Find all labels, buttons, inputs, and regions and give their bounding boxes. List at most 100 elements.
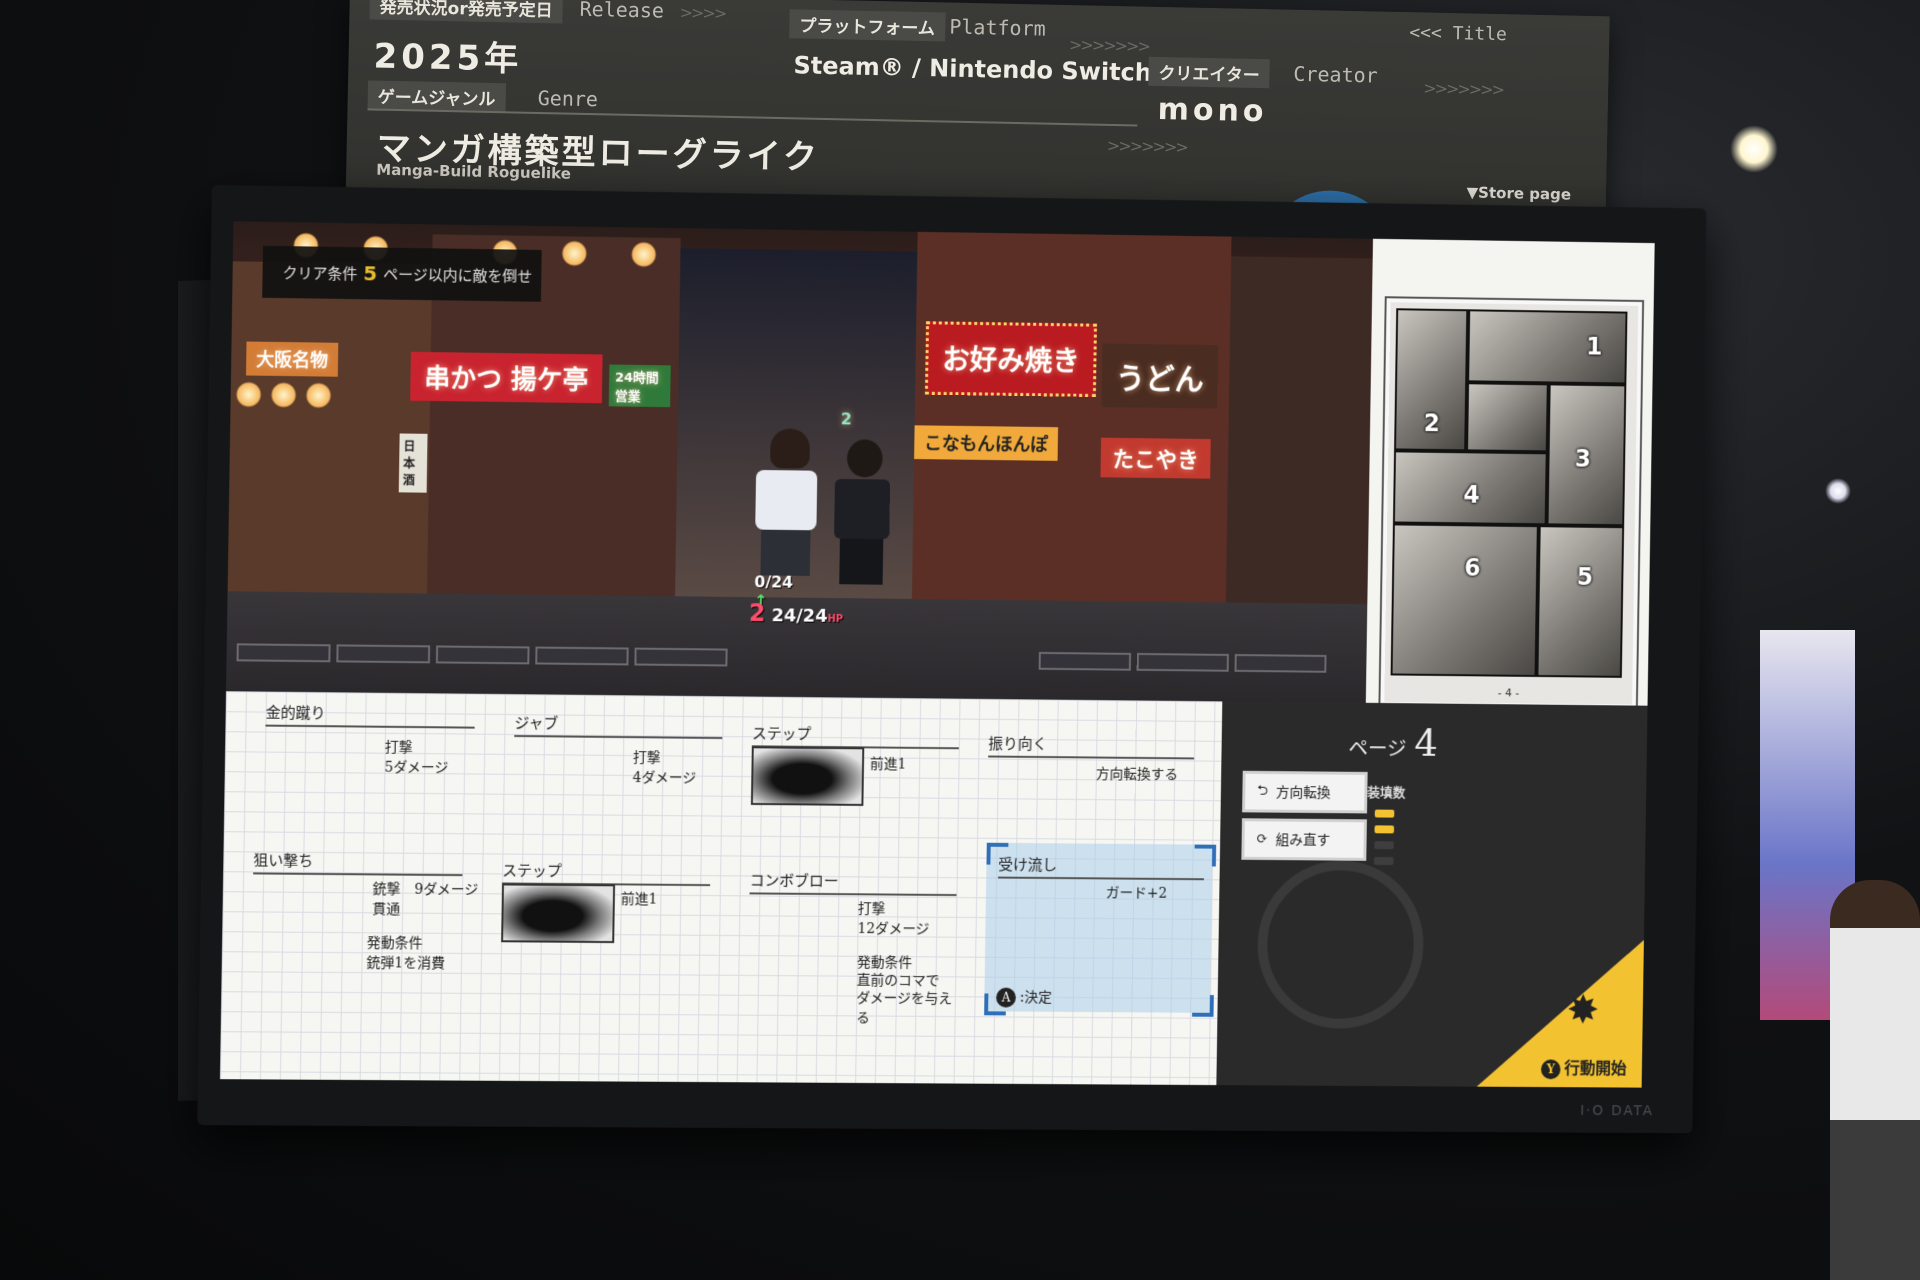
turn-direction-label: 方向転換 [1275, 784, 1331, 802]
rebuild-button[interactable]: ⟳ 組み直す [1241, 818, 1367, 861]
page-number: 4 [1414, 721, 1439, 765]
title-link: <<< Title [1409, 22, 1508, 46]
side-panel: ページ 4 ⮌ 方向転換 ⟳ 組み直す 装填数 ✸ Y 行動開始 [1216, 701, 1648, 1088]
card-line: ガード+2 [1105, 885, 1168, 902]
creator-value: mono [1157, 91, 1268, 130]
card-line: 貫通 [372, 901, 401, 918]
manga-panel: 1 [1467, 309, 1628, 385]
card-line: 打撃 [384, 739, 413, 756]
manga-panel [1466, 382, 1549, 453]
monitor: 大阪名物 串かつ 揚ケ亭 24時間営業 お好み焼き うどん こなもんほんぽ たこ… [197, 185, 1707, 1134]
action-card[interactable]: 振り向く 方向転換する [987, 732, 1204, 844]
card-line: 打撃 [632, 750, 661, 767]
card-line: 前進1 [620, 891, 658, 908]
manga-panel: 5 [1536, 525, 1625, 678]
shop-sign: 24時間営業 [608, 364, 671, 408]
manga-panel: 6 [1390, 523, 1539, 677]
ceiling-light [1730, 125, 1778, 173]
creator-label: クリエイター [1148, 56, 1271, 89]
shop-sign: たこやき [1100, 437, 1211, 479]
card-title: 振り向く [988, 732, 1195, 760]
card-line: 4ダメージ [632, 770, 697, 787]
action-card[interactable]: 金的蹴り 打撃 5ダメージ [264, 701, 485, 814]
player-character [754, 428, 825, 578]
card-line: ダメージを与える [855, 990, 953, 1027]
hp-value: 24/24 [771, 605, 828, 627]
card-line: 方向転換する [1095, 766, 1179, 784]
platform-label: プラットフォーム [789, 9, 946, 42]
hp-label: HP [827, 613, 844, 625]
action-card[interactable]: コンボブロー 打撃 12ダメージ 発動条件 直前のコマで ダメージを与える [747, 869, 966, 1030]
card-title: ステップ [751, 722, 960, 750]
clear-condition-banner: クリア条件 5 ページ以内に敵を倒せ [262, 245, 542, 302]
confirm-label: :決定 [1019, 989, 1053, 1006]
ammo-slot [1374, 809, 1395, 818]
turn-arrow-icon: ⮌ [1256, 782, 1269, 799]
y-button-icon: Y [1540, 1059, 1561, 1080]
manga-page-number: - 4 - [1497, 686, 1520, 700]
shop-sign: こなもんほんぽ [914, 425, 1059, 461]
genre-label: ゲームジャンル [367, 80, 506, 113]
card-title: ステップ [501, 859, 711, 887]
genre-label-en: Genre [537, 85, 599, 112]
page-label: ページ [1348, 736, 1407, 761]
shop-sign: 串かつ 揚ケ亭 [410, 351, 603, 404]
card-title: 狙い撃ち [253, 849, 463, 877]
turn-direction-button[interactable]: ⮌ 方向転換 [1242, 770, 1368, 814]
card-line: 銃弾1を消費 [366, 955, 446, 972]
genre-sub: Manga-Build Roguelike [376, 160, 572, 183]
card-title: 金的蹴り [265, 701, 476, 729]
card-line: 12ダメージ [857, 921, 930, 938]
shop-sign: うどん [1101, 343, 1219, 409]
game-screen: 大阪名物 串かつ 揚ケ亭 24時間営業 お好み焼き うどん こなもんほんぽ たこ… [219, 221, 1655, 1088]
action-card[interactable]: ジャブ 打撃 4ダメージ [513, 712, 733, 824]
action-card[interactable]: ステップ 前進1 [750, 722, 969, 833]
ammo-slot [1374, 841, 1394, 850]
enemy-shield-counter: 2 [840, 409, 852, 429]
player-hp: 2 24/24HP [749, 599, 844, 628]
monitor-brand: I·O DATA [1579, 1103, 1654, 1120]
clear-label: クリア条件 [282, 263, 358, 283]
hit-count: 0/24 [754, 572, 794, 592]
game-scene: 大阪名物 串かつ 揚ケ亭 24時間営業 お好み焼き うどん こなもんほんぽ たこ… [226, 221, 1373, 703]
card-title: ジャブ [514, 712, 723, 740]
card-line: 打撃 [857, 901, 886, 918]
ammo-label: 装填数 [1367, 785, 1406, 801]
card-line: 発動条件 [366, 935, 423, 952]
hp-prefix: 2 [748, 599, 766, 628]
shop-sign: 大阪名物 [245, 341, 339, 377]
store-page-label: ▼Store page [1466, 183, 1572, 204]
crosshair-icon [1256, 859, 1425, 1030]
action-card[interactable]: 狙い撃ち 銃撃 9ダメージ 貫通 発動条件 銃弾1を消費 [251, 849, 482, 1000]
ammo-slot [1374, 825, 1395, 834]
refresh-icon: ⟳ [1256, 831, 1268, 848]
clear-page-limit: 5 [363, 261, 378, 286]
manga-panel: 4 [1392, 450, 1548, 526]
action-start-button[interactable]: Y 行動開始 [1540, 1055, 1627, 1080]
enemy-character [833, 439, 894, 589]
release-value: 2025年 [373, 36, 523, 80]
ammo-slot [1374, 856, 1394, 866]
card-line: 銃撃 9ダメージ [372, 881, 479, 899]
card-title: 受け流し [998, 853, 1205, 881]
shop-sign: お好み焼き [924, 321, 1097, 397]
platform-label-en: Platform [949, 14, 1046, 41]
page-indicator: ページ 4 [1348, 720, 1439, 765]
card-title: コンボブロー [749, 869, 957, 897]
manga-panel: 3 [1546, 383, 1627, 527]
creator-label-en: Creator [1293, 61, 1378, 88]
manga-panel: 2 [1394, 308, 1469, 452]
manga-page-preview: 2 1 3 4 6 5 - 4 - [1380, 298, 1643, 709]
card-line: 5ダメージ [384, 759, 449, 777]
release-label-en: Release [579, 0, 665, 23]
ceiling-light [1825, 478, 1851, 504]
clear-text: ページ以内に敵を倒せ [383, 265, 533, 286]
fist-burst-icon: ✸ [1566, 987, 1600, 1034]
step-thumbnail [750, 746, 865, 806]
bystander [1830, 880, 1920, 1280]
action-card-grid: 金的蹴り 打撃 5ダメージ ジャブ 打撃 4ダメージ ステップ 前進1 振り向く… [219, 691, 1223, 1086]
action-card-selected[interactable]: 受け流し ガード+2 [997, 853, 1205, 965]
confirm-hint[interactable]: A:決定 [996, 987, 1052, 1008]
action-card[interactable]: ステップ 前進1 [501, 859, 721, 971]
rebuild-label: 組み直す [1275, 832, 1331, 849]
